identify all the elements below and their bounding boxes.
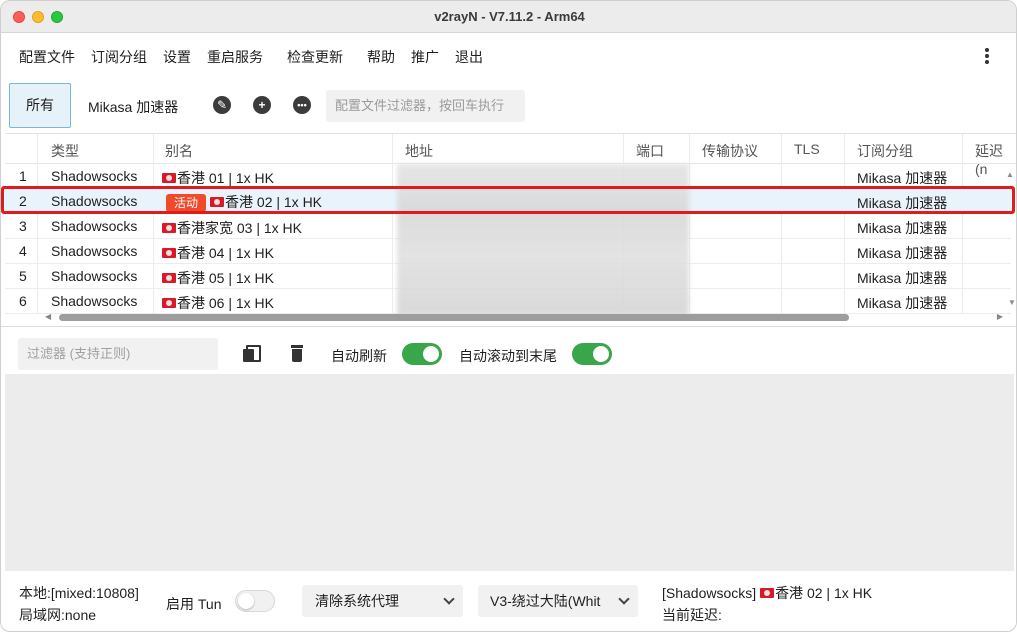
header-address[interactable]: 地址 xyxy=(405,141,433,161)
row-alias: 香港 01 | 1x HK xyxy=(162,168,274,188)
menu-bar: 配置文件 订阅分组 设置 重启服务 检查更新 帮助 推广 退出 xyxy=(1,33,1016,79)
hk-flag-icon xyxy=(162,298,176,308)
row-group: Mikasa 加速器 xyxy=(857,245,948,261)
menu-check-update[interactable]: 检查更新 xyxy=(287,47,343,67)
scroll-left-arrow-icon[interactable]: ◀ xyxy=(45,312,51,321)
row-group: Mikasa 加速器 xyxy=(857,270,948,286)
hk-flag-icon xyxy=(162,248,176,258)
row-number: 6 xyxy=(19,293,27,309)
header-subscription-group[interactable]: 订阅分组 xyxy=(857,141,913,161)
system-proxy-value: 清除系统代理 xyxy=(315,593,399,609)
row-number: 1 xyxy=(19,168,27,184)
tab-all[interactable]: 所有 xyxy=(9,83,71,128)
menu-exit[interactable]: 退出 xyxy=(455,47,483,67)
status-bar: 本地:[mixed:10808] 局域网:none 启用 Tun 清除系统代理 … xyxy=(1,573,1016,631)
menu-help[interactable]: 帮助 xyxy=(367,47,395,67)
local-port-status: 本地:[mixed:10808] xyxy=(19,585,139,601)
hk-flag-icon xyxy=(162,223,176,233)
horizontal-scrollbar[interactable]: ◀ ▶ xyxy=(41,312,1003,323)
auto-refresh-label: 自动刷新 xyxy=(331,348,387,364)
toolbar: 所有 Mikasa 加速器 ✎ + ••• 配置文件过滤器，按回车执行 xyxy=(1,79,1016,131)
tab-mikasa-group[interactable]: Mikasa 加速器 xyxy=(88,97,178,117)
current-delay-label: 当前延迟: xyxy=(662,607,722,623)
hk-flag-icon xyxy=(760,588,775,598)
header-port[interactable]: 端口 xyxy=(636,141,664,161)
auto-refresh-toggle[interactable] xyxy=(402,343,442,365)
sub-settings-icon[interactable]: ••• xyxy=(293,96,311,114)
row-type: Shadowsocks xyxy=(51,293,138,309)
row-alias: 香港 04 | 1x HK xyxy=(162,243,274,263)
table-header: 类型 别名 地址 端口 传输协议 TLS 订阅分组 延迟 (n xyxy=(5,134,1016,177)
row-type: Shadowsocks xyxy=(51,168,138,184)
header-transport[interactable]: 传输协议 xyxy=(702,141,758,161)
auto-scroll-label: 自动滚动到末尾 xyxy=(459,348,557,364)
menu-subscription-group[interactable]: 订阅分组 xyxy=(91,47,147,67)
header-alias[interactable]: 别名 xyxy=(165,141,193,161)
delete-icon[interactable] xyxy=(290,345,306,363)
row-type: Shadowsocks xyxy=(51,243,138,259)
menu-promotion[interactable]: 推广 xyxy=(411,47,439,67)
hk-flag-icon xyxy=(162,273,176,283)
row-number: 5 xyxy=(19,268,27,284)
menu-profiles[interactable]: 配置文件 xyxy=(19,47,75,67)
row-type: Shadowsocks xyxy=(51,218,138,234)
log-filter-input[interactable]: 过滤器 (支持正则) xyxy=(18,338,218,370)
tun-label: 启用 Tun xyxy=(166,596,222,612)
scroll-right-arrow-icon[interactable]: ▶ xyxy=(997,312,1003,321)
server-table: 类型 别名 地址 端口 传输协议 TLS 订阅分组 延迟 (n 1 Shadow… xyxy=(5,133,1016,325)
copy-icon[interactable] xyxy=(243,345,261,363)
menu-settings[interactable]: 设置 xyxy=(163,47,191,67)
routing-value: V3-绕过大陆(Whit xyxy=(490,593,601,609)
current-server: [Shadowsocks] 香港 02 | 1x HK xyxy=(662,585,873,601)
app-window: v2rayN - V7.11.2 - Arm64 配置文件 订阅分组 设置 重启… xyxy=(0,0,1017,632)
log-output-area[interactable] xyxy=(5,374,1014,571)
window-title: v2rayN - V7.11.2 - Arm64 xyxy=(434,9,585,24)
row-number: 3 xyxy=(19,218,27,234)
menu-restart-service[interactable]: 重启服务 xyxy=(207,47,263,67)
more-menu-icon[interactable] xyxy=(984,46,990,66)
row-group: Mikasa 加速器 xyxy=(857,220,948,236)
selection-highlight-box xyxy=(1,186,1015,214)
row-group: Mikasa 加速器 xyxy=(857,295,948,311)
auto-scroll-toggle[interactable] xyxy=(572,343,612,365)
row-alias: 香港家宽 03 | 1x HK xyxy=(162,218,302,238)
header-type[interactable]: 类型 xyxy=(51,141,79,161)
section-divider xyxy=(1,326,1016,327)
scroll-down-arrow-icon[interactable]: ▼ xyxy=(1008,298,1016,307)
add-icon[interactable]: + xyxy=(253,96,271,114)
scroll-up-arrow-icon[interactable]: ▲ xyxy=(1006,170,1014,179)
row-alias: 香港 05 | 1x HK xyxy=(162,268,274,288)
row-group: Mikasa 加速器 xyxy=(857,170,948,186)
chevron-down-icon xyxy=(618,593,630,605)
row-alias: 香港 06 | 1x HK xyxy=(162,293,274,313)
hk-flag-icon xyxy=(162,173,176,183)
row-type: Shadowsocks xyxy=(51,268,138,284)
lan-status: 局域网:none xyxy=(19,607,97,623)
tun-toggle[interactable] xyxy=(235,590,275,612)
edit-icon[interactable]: ✎ xyxy=(213,96,231,114)
row-number: 4 xyxy=(19,243,27,259)
title-bar: v2rayN - V7.11.2 - Arm64 xyxy=(1,1,1016,33)
scrollbar-thumb[interactable] xyxy=(59,314,849,321)
routing-select[interactable]: V3-绕过大陆(Whit xyxy=(478,585,638,617)
profile-filter-input[interactable]: 配置文件过滤器，按回车执行 xyxy=(326,90,525,122)
system-proxy-select[interactable]: 清除系统代理 xyxy=(302,585,463,617)
header-tls[interactable]: TLS xyxy=(794,141,820,157)
chevron-down-icon xyxy=(443,593,455,605)
